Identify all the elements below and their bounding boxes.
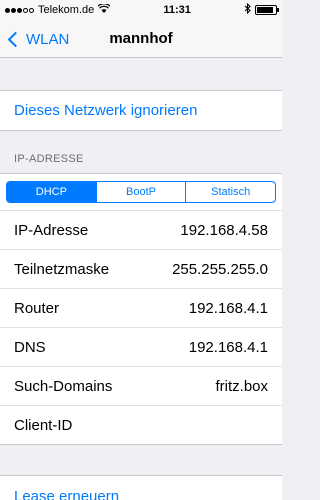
- row-label: DNS: [14, 338, 46, 356]
- status-right: [244, 2, 279, 17]
- row-label: IP-Adresse: [14, 221, 89, 239]
- row-value: 192.168.4.1: [188, 338, 268, 356]
- status-time: 11:31: [163, 4, 191, 16]
- row-label: Teilnetzmaske: [14, 260, 110, 278]
- wifi-icon: [97, 2, 111, 17]
- signal-strength-icon: [5, 7, 34, 13]
- row-client-id[interactable]: Client-ID: [0, 405, 282, 444]
- lease-renew-group: Lease erneuern: [0, 475, 282, 500]
- chevron-left-icon: [7, 31, 24, 47]
- row-dns[interactable]: DNS 192.168.4.1: [0, 327, 282, 366]
- ip-details-group: IP-Adresse 192.168.4.58 Teilnetzmaske 25…: [0, 210, 282, 445]
- status-left: Telekom.de: [5, 2, 111, 17]
- row-label: Such-Domains: [14, 377, 113, 395]
- ignore-network-button[interactable]: Dieses Netzwerk ignorieren: [0, 91, 282, 130]
- row-value: fritz.box: [215, 377, 268, 395]
- row-value: 192.168.4.1: [188, 299, 268, 317]
- row-value: 192.168.4.58: [180, 221, 268, 239]
- segment-dhcp[interactable]: DHCP: [7, 182, 96, 202]
- ignore-network-group: Dieses Netzwerk ignorieren: [0, 90, 282, 131]
- section-header-ip: IP-ADRESSE: [14, 153, 84, 165]
- row-router: Router 192.168.4.1: [0, 288, 282, 327]
- segment-statisch[interactable]: Statisch: [185, 182, 275, 202]
- ip-mode-segmented-control: DHCP BootP Statisch: [6, 181, 276, 203]
- back-button-label: WLAN: [26, 30, 70, 48]
- ip-mode-control-wrapper: DHCP BootP Statisch: [0, 173, 282, 210]
- bluetooth-icon: [244, 2, 251, 17]
- back-button[interactable]: WLAN: [6, 20, 69, 58]
- row-search-domains[interactable]: Such-Domains fritz.box: [0, 366, 282, 405]
- row-label: Client-ID: [14, 416, 73, 434]
- row-subnet-mask: Teilnetzmaske 255.255.255.0: [0, 249, 282, 288]
- row-value: 255.255.255.0: [172, 260, 268, 278]
- row-ip-address: IP-Adresse 192.168.4.58: [0, 210, 282, 249]
- segment-bootp[interactable]: BootP: [95, 182, 186, 202]
- lease-renew-button[interactable]: Lease erneuern: [14, 488, 119, 500]
- status-bar: Telekom.de 11:31: [0, 0, 282, 20]
- carrier-name: Telekom.de: [38, 4, 95, 16]
- row-label: Router: [14, 299, 60, 317]
- navigation-bar: WLAN mannhof: [0, 20, 282, 58]
- battery-icon: [254, 5, 279, 15]
